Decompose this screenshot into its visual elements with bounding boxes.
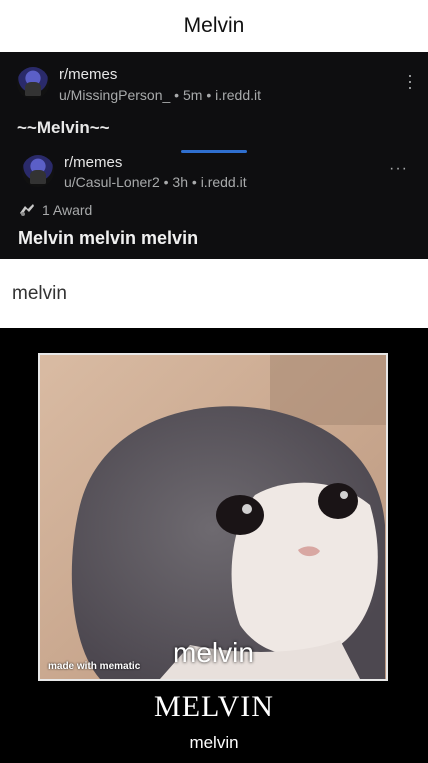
meme-image-text: melvin [173,637,254,668]
meme-image[interactable]: melvin made with mematic MELVIN melvin [0,328,428,763]
tab-indicator [181,150,247,153]
reddit-post-card[interactable]: r/memes u/MissingPerson_ • 5m • i.redd.i… [0,52,428,259]
crosspost-subreddit-name[interactable]: r/memes [64,154,122,171]
post-title[interactable]: ~~Melvin~~ [17,118,110,138]
crosspost-username[interactable]: u/Casul-Loner2 [64,174,160,190]
page-title: Melvin [0,0,428,52]
award-icon [20,204,34,216]
post-time: 5m [182,87,203,103]
meme-title: MELVIN [154,690,274,723]
award-count: 1 Award [42,202,93,218]
meta-separator: • [163,174,169,190]
crosspost-subreddit-avatar[interactable] [22,155,54,187]
post-username[interactable]: u/MissingPerson_ [59,87,170,103]
crosspost-title[interactable]: Melvin melvin melvin [18,228,198,249]
crosspost-time: 3h [172,174,188,190]
meta-separator: • [191,174,197,190]
subreddit-name[interactable]: r/memes [59,66,117,83]
meta-separator: • [174,87,180,103]
award-row[interactable]: 1 Award [18,202,92,218]
vertical-dots-icon[interactable]: · · · [407,66,413,96]
meme-subtitle: melvin [189,733,239,752]
post-caption: melvin [12,283,67,304]
crosspost-meta: u/Casul-Loner2 • 3h • i.redd.it [64,174,247,190]
crosspost-domain[interactable]: i.redd.it [201,174,247,190]
watermark: made with mematic [48,661,141,672]
subreddit-avatar[interactable] [17,67,49,99]
cat-photo [40,355,386,679]
post-domain[interactable]: i.redd.it [215,87,261,103]
meme-frame: melvin made with mematic [38,353,388,681]
meta-separator: • [206,87,212,103]
post-meta: u/MissingPerson_ • 5m • i.redd.it [59,87,261,103]
horizontal-dots-icon[interactable]: ··· [389,160,408,178]
